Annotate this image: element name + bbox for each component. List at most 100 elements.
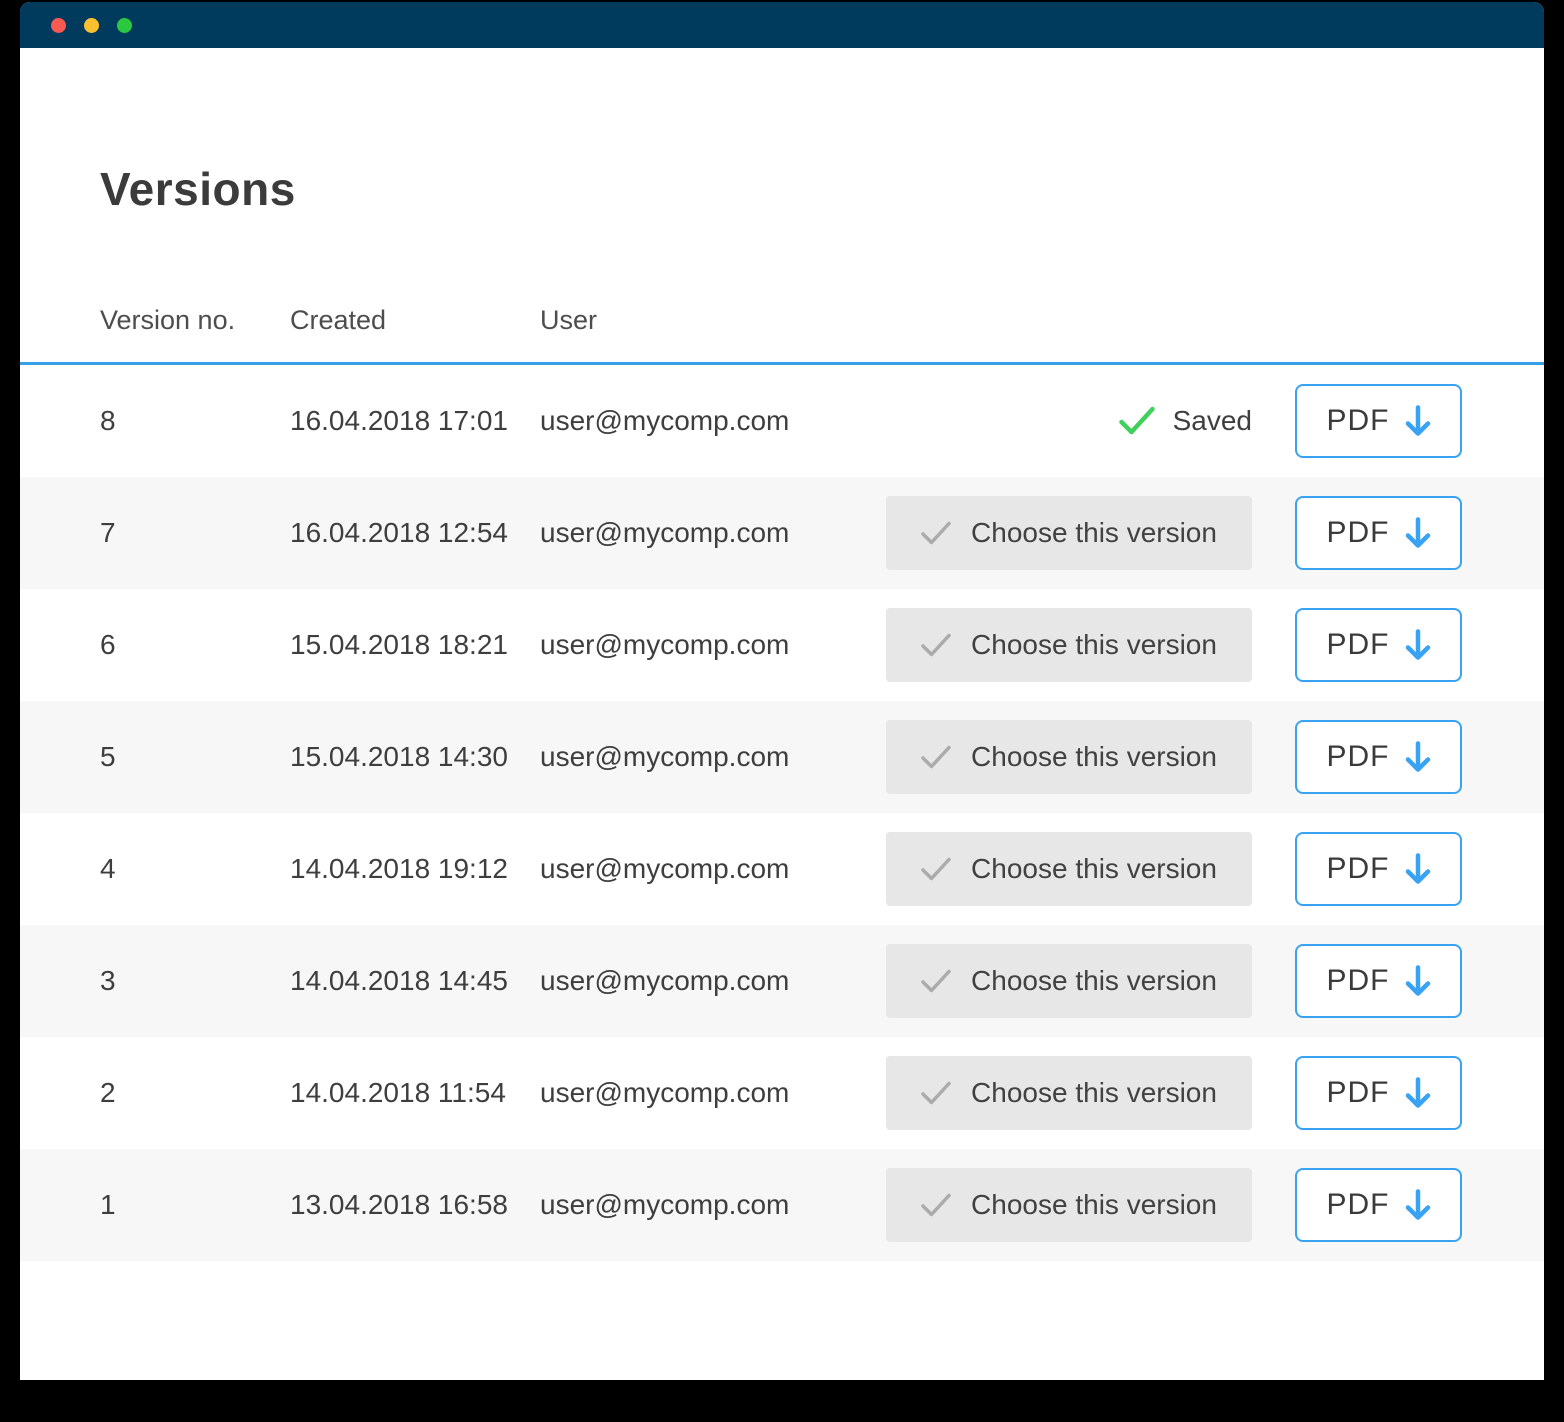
action-cell: Choose this version (886, 832, 1252, 906)
choose-version-label: Choose this version (971, 517, 1217, 549)
pdf-label: PDF (1327, 740, 1390, 774)
choose-version-button[interactable]: Choose this version (886, 832, 1252, 906)
download-arrow-icon (1405, 1189, 1431, 1221)
choose-version-button[interactable]: Choose this version (886, 944, 1252, 1018)
created-cell: 15.04.2018 18:21 (290, 629, 540, 661)
download-arrow-icon (1405, 629, 1431, 661)
pdf-label: PDF (1327, 516, 1390, 550)
choose-version-label: Choose this version (971, 965, 1217, 997)
user-email: user@mycomp.com (540, 741, 789, 773)
action-cell: Choose this version (886, 1168, 1252, 1242)
created-timestamp: 13.04.2018 16:58 (290, 1189, 508, 1221)
created-timestamp: 15.04.2018 18:21 (290, 629, 508, 661)
choose-version-button[interactable]: Choose this version (886, 496, 1252, 570)
created-cell: 16.04.2018 17:01 (290, 405, 540, 437)
choose-version-button[interactable]: Choose this version (886, 1168, 1252, 1242)
table-row: 7 16.04.2018 12:54 user@mycomp.com Choos… (20, 477, 1544, 589)
version-number: 5 (100, 741, 116, 773)
version-number: 7 (100, 517, 116, 549)
app-window: Versions Version no. Created User 8 16.0… (20, 2, 1544, 1380)
user-cell: user@mycomp.com (540, 853, 886, 885)
header-version-no: Version no. (100, 305, 290, 336)
pdf-download-button[interactable]: PDF (1295, 1056, 1462, 1130)
pdf-label: PDF (1327, 1076, 1390, 1110)
table-body: 8 16.04.2018 17:01 user@mycomp.com Saved… (20, 365, 1544, 1261)
close-button[interactable] (51, 18, 66, 33)
user-email: user@mycomp.com (540, 405, 789, 437)
pdf-download-button[interactable]: PDF (1295, 944, 1462, 1018)
created-cell: 14.04.2018 11:54 (290, 1077, 540, 1109)
choose-version-button[interactable]: Choose this version (886, 608, 1252, 682)
version-number: 6 (100, 629, 116, 661)
created-timestamp: 14.04.2018 11:54 (290, 1077, 506, 1109)
version-cell: 8 (100, 405, 290, 437)
user-cell: user@mycomp.com (540, 1189, 886, 1221)
version-cell: 1 (100, 1189, 290, 1221)
version-cell: 5 (100, 741, 290, 773)
pdf-cell: PDF (1252, 944, 1462, 1018)
action-cell: Saved (886, 405, 1252, 437)
version-number: 1 (100, 1189, 116, 1221)
user-email: user@mycomp.com (540, 629, 789, 661)
check-icon (921, 745, 951, 770)
table-row: 5 15.04.2018 14:30 user@mycomp.com Choos… (20, 701, 1544, 813)
pdf-cell: PDF (1252, 1168, 1462, 1242)
pdf-cell: PDF (1252, 1056, 1462, 1130)
pdf-label: PDF (1327, 964, 1390, 998)
version-number: 2 (100, 1077, 116, 1109)
choose-version-label: Choose this version (971, 741, 1217, 773)
version-cell: 6 (100, 629, 290, 661)
pdf-download-button[interactable]: PDF (1295, 384, 1462, 458)
minimize-button[interactable] (84, 18, 99, 33)
pdf-cell: PDF (1252, 496, 1462, 570)
check-icon (921, 1081, 951, 1106)
table-row: 4 14.04.2018 19:12 user@mycomp.com Choos… (20, 813, 1544, 925)
pdf-cell: PDF (1252, 608, 1462, 682)
choose-version-label: Choose this version (971, 1077, 1217, 1109)
titlebar (20, 2, 1544, 48)
user-email: user@mycomp.com (540, 965, 789, 997)
created-cell: 15.04.2018 14:30 (290, 741, 540, 773)
check-icon (921, 521, 951, 546)
pdf-download-button[interactable]: PDF (1295, 496, 1462, 570)
action-cell: Choose this version (886, 720, 1252, 794)
created-cell: 13.04.2018 16:58 (290, 1189, 540, 1221)
choose-version-label: Choose this version (971, 1189, 1217, 1221)
action-cell: Choose this version (886, 1056, 1252, 1130)
check-icon (921, 857, 951, 882)
user-cell: user@mycomp.com (540, 405, 886, 437)
version-number: 4 (100, 853, 116, 885)
table-row: 8 16.04.2018 17:01 user@mycomp.com Saved… (20, 365, 1544, 477)
pdf-download-button[interactable]: PDF (1295, 720, 1462, 794)
user-cell: user@mycomp.com (540, 965, 886, 997)
pdf-cell: PDF (1252, 832, 1462, 906)
choose-version-button[interactable]: Choose this version (886, 1056, 1252, 1130)
check-icon (1119, 406, 1155, 436)
table-row: 2 14.04.2018 11:54 user@mycomp.com Choos… (20, 1037, 1544, 1149)
pdf-download-button[interactable]: PDF (1295, 832, 1462, 906)
action-cell: Choose this version (886, 608, 1252, 682)
pdf-cell: PDF (1252, 384, 1462, 458)
table-row: 1 13.04.2018 16:58 user@mycomp.com Choos… (20, 1149, 1544, 1261)
choose-version-button[interactable]: Choose this version (886, 720, 1252, 794)
choose-version-label: Choose this version (971, 629, 1217, 661)
table-row: 3 14.04.2018 14:45 user@mycomp.com Choos… (20, 925, 1544, 1037)
download-arrow-icon (1405, 741, 1431, 773)
choose-version-label: Choose this version (971, 853, 1217, 885)
pdf-download-button[interactable]: PDF (1295, 608, 1462, 682)
fullscreen-button[interactable] (117, 18, 132, 33)
version-cell: 2 (100, 1077, 290, 1109)
user-email: user@mycomp.com (540, 1189, 789, 1221)
table-row: 6 15.04.2018 18:21 user@mycomp.com Choos… (20, 589, 1544, 701)
user-cell: user@mycomp.com (540, 629, 886, 661)
download-arrow-icon (1405, 853, 1431, 885)
pdf-label: PDF (1327, 404, 1390, 438)
pdf-download-button[interactable]: PDF (1295, 1168, 1462, 1242)
version-number: 3 (100, 965, 116, 997)
pdf-label: PDF (1327, 1188, 1390, 1222)
created-timestamp: 14.04.2018 14:45 (290, 965, 508, 997)
header-created: Created (290, 305, 540, 336)
header-user: User (540, 305, 886, 336)
pdf-label: PDF (1327, 628, 1390, 662)
user-cell: user@mycomp.com (540, 741, 886, 773)
